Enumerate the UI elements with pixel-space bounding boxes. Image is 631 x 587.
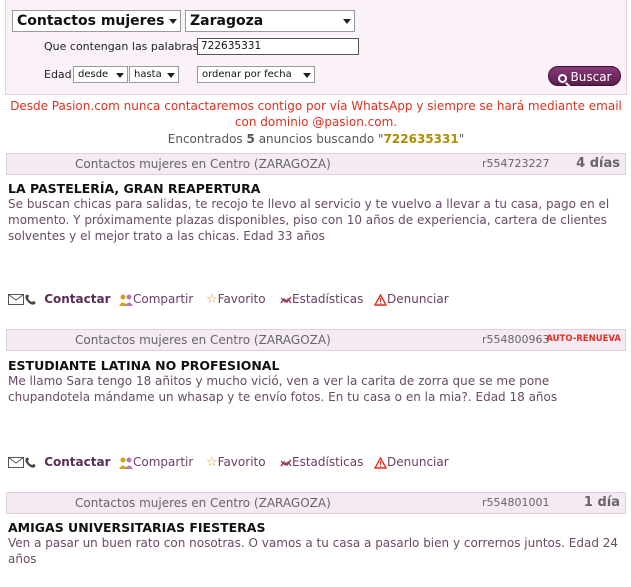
report-label: Denunciar [387, 455, 449, 469]
results-prefix: Encontrados [167, 132, 243, 146]
star-icon: ☆ [206, 292, 218, 307]
contact-button[interactable]: Contactar [8, 455, 110, 469]
listing-ref: r554800963 [482, 333, 550, 346]
chevron-down-icon [343, 19, 351, 24]
results-term: 722635331 [383, 132, 459, 146]
favorite-label: Favorito [217, 292, 266, 306]
results-suffix: " [458, 132, 465, 146]
chevron-down-icon [303, 72, 311, 78]
stats-button[interactable]: Estadísticas [280, 455, 363, 469]
search-icon [557, 74, 567, 83]
chart-icon [280, 459, 292, 466]
listing-ref: r554723227 [482, 157, 550, 170]
age-from-value: desde [78, 69, 109, 80]
whatsapp-warning: Desde Pasion.com nunca contactaremos con… [10, 99, 622, 129]
city-select[interactable]: Zaragoza [185, 10, 355, 32]
listing-description: Ven a pasar un buen rato con nosotras. O… [8, 536, 619, 566]
listing-category[interactable]: Contactos mujeres en Centro (ZARAGOZA) [75, 333, 331, 347]
mail-phone-icon [8, 294, 36, 305]
listing-age: 4 días [576, 156, 620, 171]
warning-icon [374, 293, 387, 306]
city-select-value: Zaragoza [190, 13, 264, 29]
share-button[interactable]: Compartir [119, 455, 193, 469]
results-summary: Encontrados 5 anuncios buscando "7226353… [5, 132, 627, 146]
warning-icon [374, 456, 387, 469]
listing-header: Contactos mujeres en Centro (ZARAGOZA) r… [6, 329, 626, 351]
chart-icon [280, 296, 292, 303]
listing-category[interactable]: Contactos mujeres en Centro (ZARAGOZA) [75, 157, 331, 171]
listing-title[interactable]: LA PASTELERÍA, GRAN REAPERTURA [8, 181, 260, 196]
order-select-value: ordenar por fecha [202, 69, 292, 80]
listing-description: Se buscan chicas para salidas, te recojo… [8, 197, 610, 243]
listing-category[interactable]: Contactos mujeres en Centro (ZARAGOZA) [75, 496, 331, 510]
words-label: Que contengan las palabras [44, 40, 199, 53]
favorite-label: Favorito [217, 455, 266, 469]
words-input[interactable]: 722635331 [197, 38, 359, 55]
search-button-label: Buscar [570, 70, 612, 84]
chevron-down-icon [169, 19, 177, 24]
chevron-down-icon [167, 72, 175, 78]
stats-button[interactable]: Estadísticas [280, 292, 363, 306]
results-middle: anuncios buscando " [258, 132, 384, 146]
listing-age: 1 día [583, 495, 620, 510]
share-button[interactable]: Compartir [119, 292, 193, 306]
listing-description: Me llamo Sara tengo 18 añitos y mucho vi… [8, 374, 558, 404]
contact-label: Contactar [44, 455, 111, 469]
results-count: 5 [246, 132, 255, 146]
search-panel: Contactos mujeres Zaragoza Que contengan… [5, 0, 627, 95]
age-label: Edad [44, 68, 72, 81]
mail-phone-icon [8, 457, 36, 468]
listing-title[interactable]: AMIGAS UNIVERSITARIAS FIESTERAS [8, 520, 265, 535]
favorite-button[interactable]: ☆Favorito [206, 292, 266, 307]
listing-actions: Contactar Compartir ☆Favorito Estadístic… [8, 292, 623, 308]
users-icon [119, 294, 133, 306]
favorite-button[interactable]: ☆Favorito [206, 455, 266, 470]
age-to-value: hasta [134, 69, 162, 80]
chevron-down-icon [116, 72, 124, 78]
listing-header: Contactos mujeres en Centro (ZARAGOZA) r… [6, 153, 626, 175]
search-button[interactable]: Buscar [548, 66, 621, 86]
star-icon: ☆ [206, 455, 218, 470]
order-select[interactable]: ordenar por fecha [197, 66, 315, 83]
stats-label: Estadísticas [292, 455, 364, 469]
category-select-value: Contactos mujeres [17, 13, 165, 29]
listing-header: Contactos mujeres en Centro (ZARAGOZA) r… [6, 492, 626, 514]
report-label: Denunciar [387, 292, 449, 306]
category-select[interactable]: Contactos mujeres [12, 10, 181, 32]
age-from-select[interactable]: desde [73, 66, 128, 83]
listing-title[interactable]: ESTUDIANTE LATINA NO PROFESIONAL [8, 358, 279, 373]
report-button[interactable]: Denunciar [374, 455, 449, 469]
listing-ref: r554801001 [482, 496, 550, 509]
report-button[interactable]: Denunciar [374, 292, 449, 306]
stats-label: Estadísticas [292, 292, 364, 306]
share-label: Compartir [133, 292, 194, 306]
share-label: Compartir [133, 455, 194, 469]
auto-renew-badge: AUTO-RENUEVA [546, 334, 621, 344]
users-icon [119, 457, 133, 469]
listing-actions: Contactar Compartir ☆Favorito Estadístic… [8, 455, 623, 471]
age-to-select[interactable]: hasta [129, 66, 179, 83]
contact-label: Contactar [44, 292, 111, 306]
contact-button[interactable]: Contactar [8, 292, 110, 306]
